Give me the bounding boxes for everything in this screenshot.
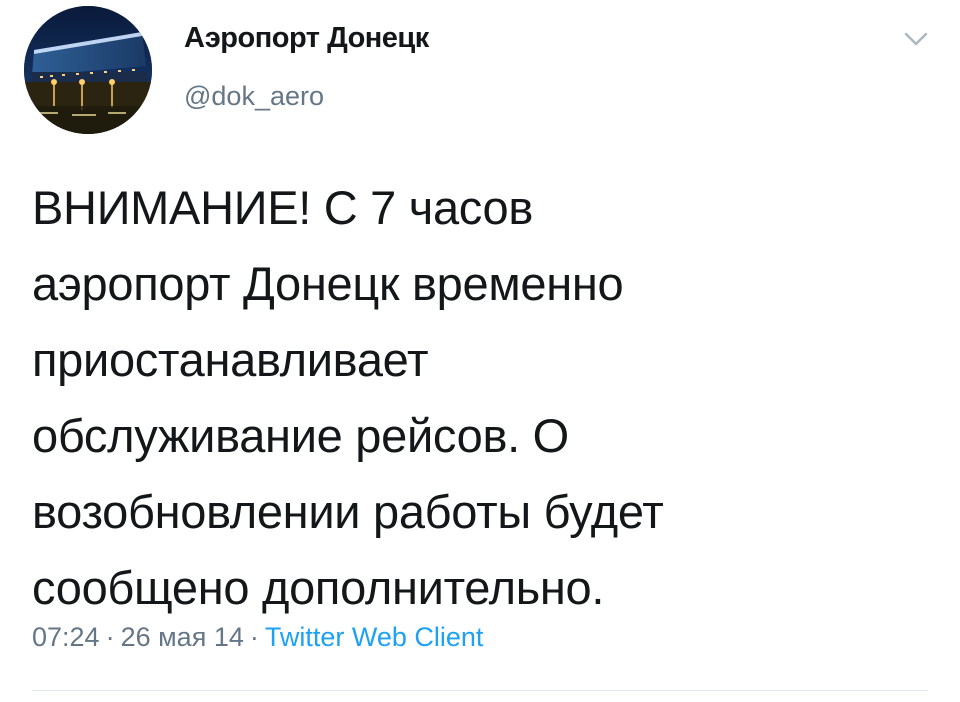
separator: · <box>105 622 115 652</box>
airport-photo-icon <box>24 6 152 134</box>
tweet-text-line: аэропорт Донецк временно <box>32 257 624 310</box>
display-name[interactable]: Аэропорт Донецк <box>184 22 429 55</box>
tweet-card: Аэропорт Донецк @dok_aero ВНИМАНИЕ! С 7 … <box>0 0 960 702</box>
tweet-text-line: возобновлении работы будет <box>32 485 664 538</box>
avatar[interactable] <box>24 6 152 134</box>
user-handle[interactable]: @dok_aero <box>184 81 324 112</box>
divider <box>32 690 928 691</box>
tweet-metadata: 07:24 · 26 мая 14 · Twitter Web Client <box>32 622 483 653</box>
tweet-text: ВНИМАНИЕ! С 7 часов аэропорт Донецк врем… <box>32 170 922 626</box>
tweet-time[interactable]: 07:24 <box>32 622 100 652</box>
tweet-text-line: приостанавливает <box>32 333 429 386</box>
tweet-text-line: ВНИМАНИЕ! С 7 часов <box>32 181 534 234</box>
tweet-date[interactable]: 26 мая 14 <box>121 622 244 652</box>
tweet-text-line: сообщено дополнительно. <box>32 561 605 614</box>
chevron-down-icon[interactable] <box>898 26 934 52</box>
tweet-client-link[interactable]: Twitter Web Client <box>265 622 484 652</box>
separator: · <box>249 622 259 652</box>
tweet-text-line: обслуживание рейсов. О <box>32 409 569 462</box>
